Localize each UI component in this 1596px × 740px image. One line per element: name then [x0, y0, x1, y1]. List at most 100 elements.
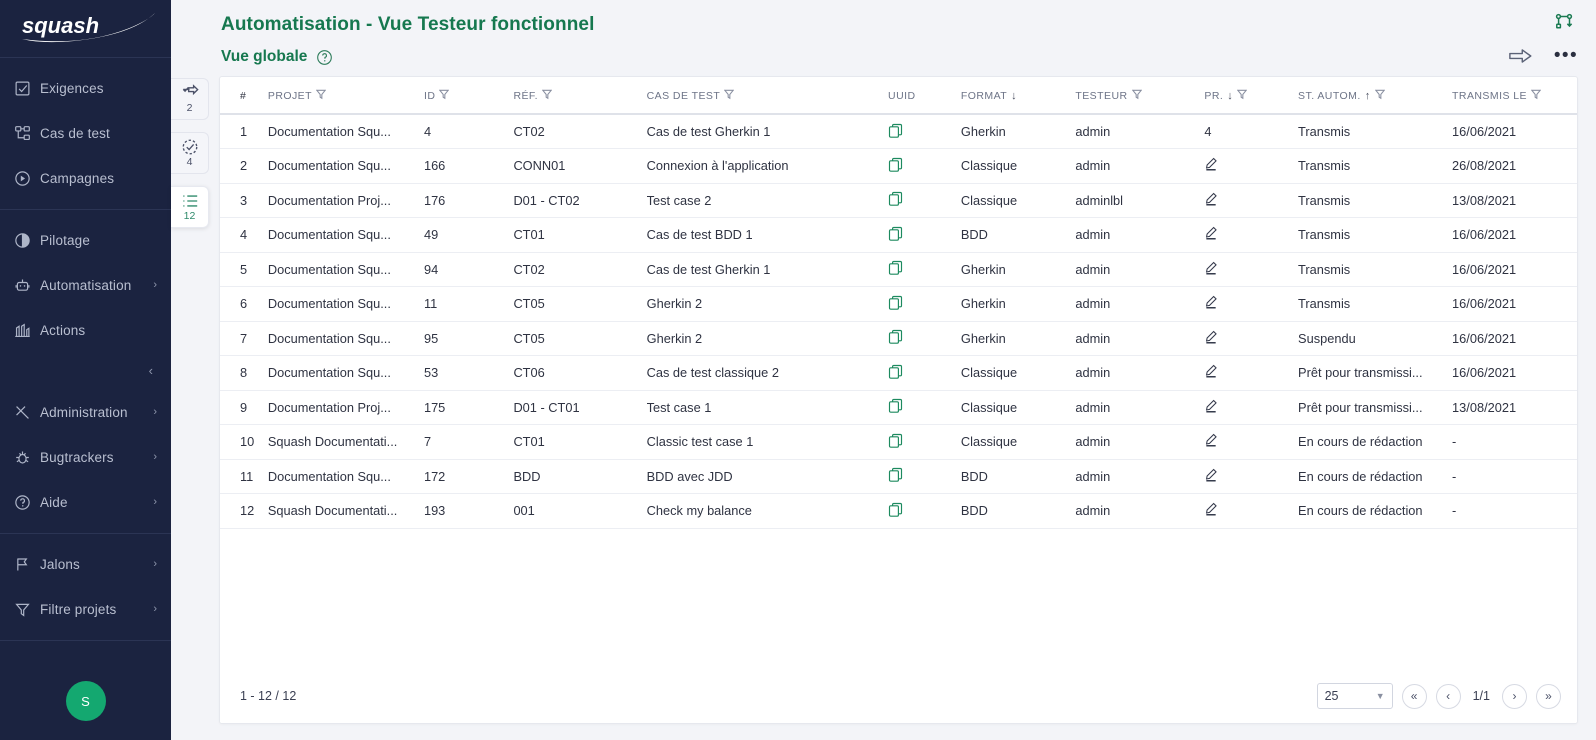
- sidebar-item-cas-de-test[interactable]: Cas de test: [0, 111, 171, 156]
- edit-icon[interactable]: [1204, 192, 1218, 206]
- copy-icon[interactable]: [888, 398, 903, 413]
- copy-icon[interactable]: [888, 502, 903, 517]
- cell-pr[interactable]: [1204, 218, 1298, 253]
- filter-icon[interactable]: [1375, 89, 1385, 103]
- edit-icon[interactable]: [1204, 330, 1218, 344]
- sidebar-item-exigences[interactable]: Exigences: [0, 66, 171, 111]
- cell-pr[interactable]: [1204, 321, 1298, 356]
- cell-pr[interactable]: [1204, 356, 1298, 391]
- copy-icon[interactable]: [888, 329, 903, 344]
- collapse-sidebar-button[interactable]: ‹: [149, 363, 153, 378]
- filter-icon[interactable]: [1132, 89, 1142, 103]
- sort-desc-icon[interactable]: ↓: [1227, 91, 1233, 102]
- filter-icon[interactable]: [724, 89, 734, 103]
- tab-automatisation-counter[interactable]: 12: [171, 186, 209, 228]
- col-header-format[interactable]: FORMAT ↓: [961, 77, 1075, 114]
- copy-icon[interactable]: [888, 467, 903, 482]
- avatar[interactable]: S: [66, 681, 106, 721]
- cell-pr[interactable]: [1204, 183, 1298, 218]
- cell-uuid[interactable]: [888, 321, 961, 356]
- cell-uuid[interactable]: [888, 390, 961, 425]
- app-logo[interactable]: squash: [0, 0, 171, 58]
- copy-icon[interactable]: [888, 191, 903, 206]
- edit-icon[interactable]: [1204, 433, 1218, 447]
- table-row[interactable]: 3Documentation Proj...176D01 - CT02Test …: [220, 183, 1577, 218]
- cell-uuid[interactable]: [888, 287, 961, 322]
- col-header-ref[interactable]: RÉF.: [513, 77, 646, 114]
- cell-pr[interactable]: [1204, 252, 1298, 287]
- filter-icon[interactable]: [1531, 89, 1541, 103]
- table-row[interactable]: 6Documentation Squ...11CT05Gherkin 2Gher…: [220, 287, 1577, 322]
- cell-pr[interactable]: [1204, 425, 1298, 460]
- table-row[interactable]: 12Squash Documentati...193001Check my ba…: [220, 494, 1577, 529]
- filter-icon[interactable]: [316, 89, 326, 103]
- col-header-pr[interactable]: PR. ↓: [1204, 77, 1298, 114]
- cell-uuid[interactable]: [888, 218, 961, 253]
- sidebar-item-actions[interactable]: Actions: [0, 308, 171, 353]
- cell-pr[interactable]: [1204, 149, 1298, 184]
- tab-exigences-counter[interactable]: 2: [171, 78, 209, 120]
- filter-icon[interactable]: [439, 89, 449, 103]
- cell-uuid[interactable]: [888, 459, 961, 494]
- table-row[interactable]: 8Documentation Squ...53CT06Cas de test c…: [220, 356, 1577, 391]
- edit-icon[interactable]: [1204, 295, 1218, 309]
- cell-uuid[interactable]: [888, 356, 961, 391]
- arrow-right-icon[interactable]: [1509, 48, 1532, 64]
- sidebar-item-aide[interactable]: Aide ›: [0, 480, 171, 525]
- copy-icon[interactable]: [888, 226, 903, 241]
- edit-icon[interactable]: [1204, 502, 1218, 516]
- copy-icon[interactable]: [888, 364, 903, 379]
- copy-icon[interactable]: [888, 123, 903, 138]
- col-header-testeur[interactable]: TESTEUR: [1075, 77, 1204, 114]
- table-row[interactable]: 2Documentation Squ...166CONN01Connexion …: [220, 149, 1577, 184]
- table-row[interactable]: 5Documentation Squ...94CT02Cas de test G…: [220, 252, 1577, 287]
- edit-icon[interactable]: [1204, 157, 1218, 171]
- table-row[interactable]: 7Documentation Squ...95CT05Gherkin 2Gher…: [220, 321, 1577, 356]
- cell-pr[interactable]: [1204, 459, 1298, 494]
- cell-uuid[interactable]: [888, 149, 961, 184]
- edit-icon[interactable]: [1204, 226, 1218, 240]
- prev-page-button[interactable]: ‹: [1436, 684, 1461, 709]
- sidebar-item-jalons[interactable]: Jalons ›: [0, 542, 171, 587]
- sidebar-item-pilotage[interactable]: Pilotage: [0, 218, 171, 263]
- col-header-num[interactable]: #: [220, 77, 268, 114]
- edit-icon[interactable]: [1204, 399, 1218, 413]
- col-header-uuid[interactable]: UUID: [888, 77, 961, 114]
- col-header-id[interactable]: ID: [424, 77, 513, 114]
- table-row[interactable]: 10Squash Documentati...7CT01Classic test…: [220, 425, 1577, 460]
- workflow-share-icon[interactable]: [1554, 12, 1574, 37]
- last-page-button[interactable]: »: [1536, 684, 1561, 709]
- sidebar-item-automatisation[interactable]: Automatisation ›: [0, 263, 171, 308]
- page-size-select[interactable]: 25 ▼: [1317, 683, 1393, 709]
- table-row[interactable]: 4Documentation Squ...49CT01Cas de test B…: [220, 218, 1577, 253]
- copy-icon[interactable]: [888, 433, 903, 448]
- sidebar-item-administration[interactable]: Administration ›: [0, 390, 171, 435]
- edit-icon[interactable]: [1204, 364, 1218, 378]
- cell-uuid[interactable]: [888, 494, 961, 529]
- copy-icon[interactable]: [888, 157, 903, 172]
- copy-icon[interactable]: [888, 295, 903, 310]
- edit-icon[interactable]: [1204, 468, 1218, 482]
- ellipsis-icon[interactable]: •••: [1554, 51, 1578, 61]
- cell-pr[interactable]: [1204, 494, 1298, 529]
- sidebar-item-bugtrackers[interactable]: Bugtrackers ›: [0, 435, 171, 480]
- cell-pr[interactable]: [1204, 287, 1298, 322]
- edit-icon[interactable]: [1204, 261, 1218, 275]
- col-header-st-autom[interactable]: ST. AUTOM. ↑: [1298, 77, 1452, 114]
- question-circle-icon[interactable]: [316, 49, 333, 66]
- cell-uuid[interactable]: [888, 252, 961, 287]
- cell-uuid[interactable]: [888, 114, 961, 149]
- sidebar-item-filtre-projets[interactable]: Filtre projets ›: [0, 587, 171, 632]
- tab-cas-de-test-counter[interactable]: 4: [171, 132, 209, 174]
- next-page-button[interactable]: ›: [1502, 684, 1527, 709]
- col-header-cas-de-test[interactable]: CAS DE TEST: [647, 77, 888, 114]
- sort-desc-icon[interactable]: ↓: [1011, 91, 1017, 102]
- table-row[interactable]: 1Documentation Squ...4CT02Cas de test Gh…: [220, 114, 1577, 149]
- col-header-projet[interactable]: PROJET: [268, 77, 424, 114]
- filter-icon[interactable]: [1237, 89, 1247, 103]
- cell-uuid[interactable]: [888, 425, 961, 460]
- cell-uuid[interactable]: [888, 183, 961, 218]
- filter-icon[interactable]: [542, 89, 552, 103]
- table-row[interactable]: 9Documentation Proj...175D01 - CT01Test …: [220, 390, 1577, 425]
- first-page-button[interactable]: «: [1402, 684, 1427, 709]
